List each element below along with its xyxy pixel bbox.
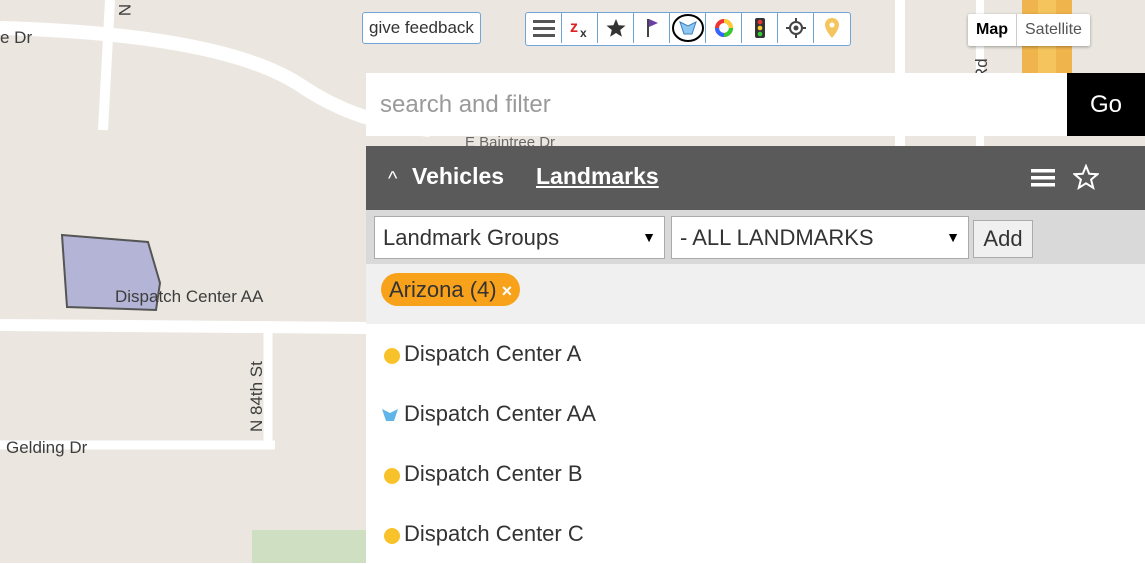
- landmark-groups-select-value: Landmark Groups: [383, 225, 560, 250]
- landmarks-panel: ^ Vehicles Landmarks Landmark Groups ▼ -…: [366, 146, 1145, 563]
- landmark-circle-icon: [384, 528, 400, 544]
- map-type-switch: Map Satellite: [968, 14, 1090, 46]
- svg-text:z: z: [570, 19, 578, 36]
- color-wheel-button[interactable]: [706, 13, 742, 43]
- landmark-icon: [671, 14, 704, 42]
- menu-icon: [532, 20, 555, 37]
- list-item-label: Dispatch Center A: [404, 341, 582, 366]
- pin-button[interactable]: [814, 13, 850, 43]
- landmark-button[interactable]: [670, 13, 706, 43]
- give-feedback-button[interactable]: give feedback: [362, 12, 481, 44]
- tab-vehicles[interactable]: Vehicles: [412, 163, 504, 190]
- landmark-circle-icon: [384, 348, 400, 364]
- flag-button[interactable]: [634, 13, 670, 43]
- traffic-icon: [754, 18, 765, 38]
- search-bar: [366, 73, 1067, 136]
- street-label: N: [115, 3, 135, 17]
- svg-text:x: x: [580, 26, 587, 39]
- panel-header: ^ Vehicles Landmarks: [366, 146, 1145, 210]
- list-item-label: Dispatch Center AA: [404, 401, 596, 426]
- landmark-polygon-icon: [382, 409, 398, 421]
- color-wheel-icon: [714, 19, 733, 37]
- favorites-button[interactable]: [598, 13, 634, 43]
- street-label: Gelding Dr: [6, 438, 88, 457]
- street-label: e Dr: [0, 28, 33, 47]
- group-filter-tag-label: Arizona (4): [389, 277, 497, 302]
- go-button[interactable]: Go: [1067, 73, 1145, 136]
- map-type-map-button[interactable]: Map: [968, 14, 1017, 46]
- remove-tag-icon[interactable]: ×: [502, 281, 513, 301]
- clear-filter-button[interactable]: zx: [562, 13, 598, 43]
- search-input[interactable]: [366, 73, 1067, 136]
- dropdown-arrow-icon: ▼: [642, 229, 656, 245]
- filter-row: Landmark Groups ▼ - ALL LANDMARKS ▼ Add: [366, 210, 1145, 264]
- clear-filter-icon: zx: [570, 19, 587, 39]
- flag-icon: [646, 19, 658, 37]
- collapse-chevron-icon[interactable]: ^: [388, 168, 397, 191]
- group-filter-tag: Arizona (4) ×: [381, 273, 521, 306]
- panel-star-icon[interactable]: [1073, 164, 1099, 190]
- landmark-map-label: Dispatch Center AA: [115, 287, 264, 306]
- list-item[interactable]: Dispatch Center C: [366, 504, 1145, 564]
- star-icon: [606, 19, 625, 37]
- landmark-select-value: - ALL LANDMARKS: [680, 225, 874, 250]
- list-item[interactable]: Dispatch Center A: [366, 324, 1145, 384]
- traffic-button[interactable]: [742, 13, 778, 43]
- landmark-select[interactable]: - ALL LANDMARKS ▼: [671, 216, 969, 259]
- panel-menu-icon[interactable]: [1031, 168, 1055, 188]
- landmark-groups-select[interactable]: Landmark Groups ▼: [374, 216, 665, 259]
- list-item-label: Dispatch Center B: [404, 461, 583, 486]
- menu-tool-button[interactable]: [526, 13, 562, 43]
- map-type-satellite-button[interactable]: Satellite: [1017, 14, 1090, 46]
- landmark-circle-icon: [384, 468, 400, 484]
- list-item[interactable]: Dispatch Center AA: [366, 384, 1145, 444]
- locate-button[interactable]: [778, 13, 814, 43]
- dropdown-arrow-icon: ▼: [940, 217, 960, 258]
- tab-landmarks[interactable]: Landmarks: [536, 163, 659, 190]
- active-filter-row: Arizona (4) ×: [366, 264, 1145, 324]
- locate-icon: [785, 18, 806, 38]
- map-toolbar: zx: [525, 12, 851, 46]
- add-landmark-button[interactable]: Add: [973, 220, 1033, 258]
- street-label: N 84th St: [247, 361, 266, 432]
- list-item-label: Dispatch Center C: [404, 521, 584, 546]
- list-item[interactable]: Dispatch Center B: [366, 444, 1145, 504]
- pin-icon: [825, 18, 839, 38]
